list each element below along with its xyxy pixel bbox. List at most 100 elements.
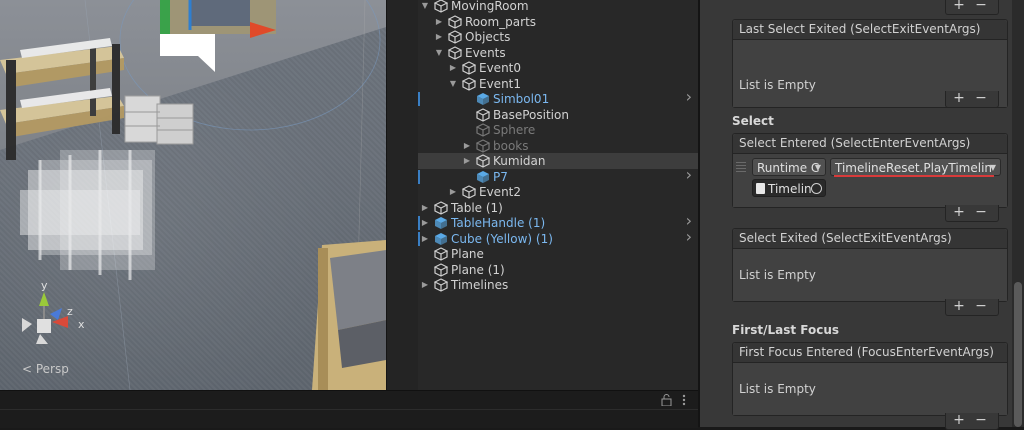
hierarchy-item-label: Event1	[479, 76, 522, 91]
foldout-open-icon[interactable]: ▼	[434, 45, 444, 61]
hierarchy-item[interactable]: ▶ books	[418, 138, 698, 154]
gizmo-z-label: z	[67, 305, 73, 318]
add-button[interactable]: +	[952, 412, 966, 428]
scene-view[interactable]: y x z < Persp	[0, 0, 386, 390]
add-button[interactable]: +	[952, 204, 966, 220]
chevron-right-icon[interactable]: ›	[686, 166, 692, 183]
hierarchy-gutter	[386, 0, 419, 390]
hierarchy-item[interactable]: ▶ Table (1)	[418, 200, 698, 216]
last-select-exited-plus-minus: + −	[945, 90, 999, 108]
remove-button[interactable]: −	[974, 298, 988, 314]
hierarchy-item[interactable]: ▶ Timelines	[418, 277, 698, 293]
prefab-icon	[434, 232, 448, 246]
event-header: First Focus Entered (FocusEnterEventArgs…	[733, 343, 1007, 363]
hierarchy-item-label: MovingRoom	[451, 0, 529, 13]
gameobject-icon	[433, 247, 449, 261]
hierarchy-item[interactable]: ▶ Room_parts	[418, 14, 698, 30]
selected-object	[160, 0, 276, 72]
hierarchy-item[interactable]: ▼ Events	[418, 45, 698, 61]
foldout-closed-icon[interactable]: ▶	[448, 184, 458, 200]
hierarchy-item[interactable]: ▼ MovingRoom	[418, 0, 698, 14]
hierarchy-item-label: books	[493, 138, 529, 153]
object-picker-icon[interactable]	[811, 183, 822, 194]
hierarchy-item[interactable]: ▶ Event0	[418, 60, 698, 76]
select-section-title: Select	[732, 114, 774, 128]
hierarchy-item[interactable]: ▶ Kumidan	[418, 153, 698, 169]
select-entered-plus-minus: + −	[945, 204, 999, 222]
bottom-panel	[0, 390, 698, 428]
hierarchy-panel[interactable]: ▼ MovingRoom ▶ Room_parts ▶ Objects ▼ Events ▶ Ev…	[418, 0, 698, 390]
gameobject-icon	[447, 45, 463, 60]
empty-list-label: List is Empty	[739, 268, 816, 282]
lock-icon[interactable]	[660, 394, 672, 407]
foldout-closed-icon[interactable]: ▶	[420, 200, 430, 216]
chevron-down-icon: ▼	[814, 163, 821, 172]
kebab-menu-icon[interactable]	[680, 394, 688, 406]
drag-handle-icon[interactable]	[736, 162, 746, 172]
hierarchy-item[interactable]: ▼ Event1	[418, 76, 698, 92]
gameobject-icon	[461, 76, 477, 91]
target-object-field[interactable]: Timelin	[752, 179, 826, 197]
add-button[interactable]: +	[952, 90, 966, 106]
hierarchy-item-label: Event2	[479, 185, 522, 199]
focus-section-title: First/Last Focus	[732, 323, 840, 337]
hierarchy-item[interactable]: ▶ TableHandle (1) ›	[418, 213, 698, 231]
foldout-closed-icon[interactable]: ▶	[434, 29, 444, 45]
gizmo-y-label: y	[41, 279, 48, 292]
gameobject-icon	[475, 138, 491, 153]
hierarchy-item[interactable]: Sphere	[418, 122, 698, 138]
chevron-right-icon[interactable]: ›	[686, 228, 692, 245]
foldout-closed-icon[interactable]: ▶	[462, 138, 472, 154]
gameobject-icon	[433, 278, 449, 292]
remove-button[interactable]: −	[974, 0, 988, 13]
foldout-closed-icon[interactable]: ▶	[434, 14, 444, 30]
hierarchy-item-label: Table (1)	[451, 200, 503, 215]
hierarchy-item[interactable]: Plane (1)	[418, 262, 698, 278]
foldout-closed-icon[interactable]: ▶	[420, 277, 430, 293]
foldout-closed-icon[interactable]: ▶	[448, 60, 458, 76]
add-button[interactable]: +	[952, 0, 966, 13]
hierarchy-item[interactable]: ▶ Cube (Yellow) (1) ›	[418, 228, 698, 247]
foldout-closed-icon[interactable]: ▶	[420, 215, 430, 231]
hierarchy-item[interactable]: Plane	[418, 246, 698, 262]
runtime-mode-value: Runtime C	[757, 161, 820, 175]
inspector-scroll-thumb[interactable]	[1014, 282, 1022, 427]
hierarchy-item-label: Timelines	[451, 278, 509, 292]
gameobject-icon	[433, 0, 449, 13]
hierarchy-item[interactable]: ▶ Objects	[418, 29, 698, 45]
projection-toggle[interactable]: < Persp	[22, 362, 69, 376]
empty-list-label: List is Empty	[739, 382, 816, 396]
foldout-closed-icon[interactable]: ▶	[462, 153, 472, 169]
gameobject-icon	[447, 30, 463, 44]
add-button[interactable]: +	[952, 298, 966, 314]
override-indicator	[418, 169, 420, 184]
gameobject-icon	[475, 107, 491, 122]
hierarchy-item-label: Objects	[465, 30, 511, 44]
chevron-right-icon[interactable]: ›	[686, 89, 692, 105]
hierarchy-item-label: Sphere	[493, 123, 536, 137]
foldout-open-icon[interactable]: ▼	[448, 76, 458, 92]
foldout-open-icon[interactable]: ▼	[420, 0, 430, 14]
hierarchy-item-label: Plane	[451, 247, 484, 261]
hierarchy-item[interactable]: ▶ Event2	[418, 184, 698, 200]
runtime-mode-dropdown[interactable]: Runtime C ▼	[752, 158, 826, 176]
first-focus-entered-event: First Focus Entered (FocusEnterEventArgs…	[732, 342, 1008, 416]
gameobject-icon	[461, 185, 477, 199]
select-exited-plus-minus: + −	[945, 298, 999, 316]
remove-button[interactable]: −	[974, 204, 988, 220]
select-entered-event: Select Entered (SelectEnterEventArgs) Ru…	[732, 133, 1008, 208]
hierarchy-item[interactable]: P7 ›	[418, 166, 698, 185]
remove-button[interactable]: −	[974, 412, 988, 428]
bunk-bed	[0, 38, 124, 160]
event-header: Select Exited (SelectExitEventArgs)	[733, 229, 1007, 249]
target-object-value: Timelin	[768, 182, 812, 196]
hierarchy-item[interactable]: Simbol01 ›	[418, 89, 698, 107]
prev-list-plus-minus: + −	[945, 0, 999, 15]
foldout-closed-icon[interactable]: ▶	[420, 231, 430, 247]
hierarchy-item[interactable]: BasePosition	[418, 107, 698, 123]
hierarchy-item-label: Room_parts	[465, 14, 537, 29]
first-focus-entered-plus-minus: + −	[945, 412, 999, 430]
remove-button[interactable]: −	[974, 90, 988, 106]
gameobject-icon	[475, 154, 491, 168]
function-dropdown[interactable]: TimelineReset.PlayTimelin ▼	[830, 158, 1001, 176]
